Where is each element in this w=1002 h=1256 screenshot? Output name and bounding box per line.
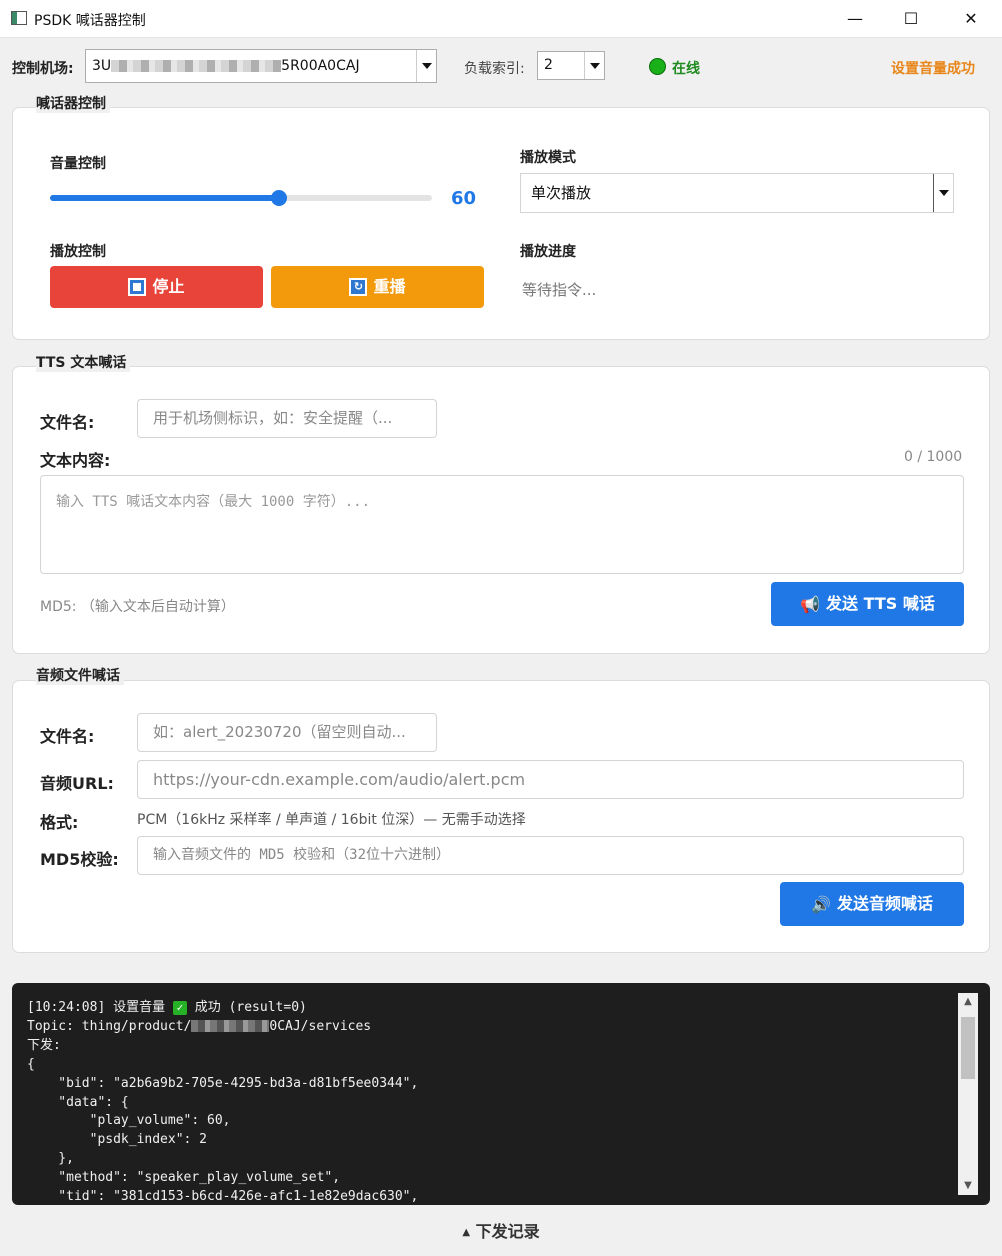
tts-content-label: 文本内容:: [40, 451, 111, 470]
close-button[interactable]: ✕: [942, 0, 1000, 38]
log-console[interactable]: [10:24:08] 设置音量 ✓ 成功 (result=0) Topic: t…: [12, 983, 990, 1205]
audio-panel: 文件名: 如：alert_20230720（留空则自动... 音频URL: ht…: [12, 680, 990, 953]
tts-md5-text: MD5: （输入文本后自动计算）: [40, 599, 235, 615]
replay-button-label: 重播: [373, 277, 406, 296]
tts-content-textarea[interactable]: 输入 TTS 喊话文本内容（最大 1000 字符）...: [40, 475, 964, 574]
log-toggle-label: 下发记录: [475, 1222, 540, 1241]
play-mode-label: 播放模式: [520, 150, 576, 166]
send-tts-button[interactable]: 📢 发送 TTS 喊话: [771, 582, 964, 626]
log-scrollbar[interactable]: ▲ ▼: [958, 993, 978, 1195]
audio-format-label: 格式:: [40, 813, 79, 832]
maximize-button[interactable]: ☐: [882, 0, 940, 38]
audio-url-input[interactable]: https://your-cdn.example.com/audio/alert…: [137, 760, 964, 799]
stop-button-label: 停止: [152, 277, 185, 296]
minimize-button[interactable]: —: [826, 0, 884, 38]
log-line-time: [10:24:08] 设置音量: [27, 1000, 173, 1015]
payload-value: 2: [544, 57, 553, 73]
volume-slider-handle[interactable]: [271, 190, 287, 206]
scroll-up-icon[interactable]: ▲: [958, 993, 978, 1011]
audio-filename-label: 文件名:: [40, 727, 95, 746]
collapse-arrow-icon: ▲: [462, 1227, 471, 1238]
scrollbar-thumb[interactable]: [961, 1017, 975, 1079]
log-line: "bid": "a2b6a9b2-705e-4295-bd3a-d81bf5ee…: [27, 1075, 419, 1091]
audio-md5-label: MD5校验:: [40, 850, 119, 869]
play-control-label: 播放控制: [50, 244, 106, 260]
log-line-result: 成功 (result=0): [186, 1000, 307, 1015]
volume-slider-fill: [50, 195, 279, 201]
log-toggle[interactable]: ▲ 下发记录: [0, 1218, 1002, 1242]
log-text: [10:24:08] 设置音量 ✓ 成功 (result=0) Topic: t…: [27, 999, 418, 1205]
play-mode-select[interactable]: 单次播放: [520, 173, 954, 213]
play-progress-text: 等待指令...: [522, 281, 597, 299]
title-bar: PSDK 喊话器控制 — ☐ ✕: [0, 0, 1002, 38]
dock-label: 控制机场:: [12, 61, 74, 77]
chevron-down-icon: [416, 50, 436, 82]
speaker-control-panel: 音量控制 60 播放模式 单次播放 播放控制 停止 ↻ 重播 播放进度 等待指令.…: [12, 107, 990, 340]
redacted-product-id: [191, 1020, 270, 1033]
audio-filename-input[interactable]: 如：alert_20230720（留空则自动...: [137, 713, 437, 752]
volume-value: 60: [451, 188, 477, 209]
stop-button[interactable]: 停止: [50, 266, 263, 308]
log-line: "psdk_index": 2: [27, 1132, 208, 1148]
chevron-down-icon: [933, 174, 953, 212]
chevron-down-icon: [584, 52, 604, 79]
payload-select[interactable]: 2: [537, 51, 605, 80]
audio-panel-legend: 音频文件喊话: [36, 665, 124, 685]
tts-panel: 文件名: 用于机场侧标识，如：安全提醒（... 文本内容: 0 / 1000 输…: [12, 366, 990, 654]
audio-md5-input[interactable]: 输入音频文件的 MD5 校验和（32位十六进制）: [137, 836, 964, 875]
log-line: "tid": "381cd153-b6cd-426e-afc1-1e82e9da…: [27, 1189, 419, 1205]
log-line: "data": {: [27, 1094, 129, 1110]
send-tts-button-label: 发送 TTS 喊话: [826, 594, 935, 613]
audio-format-text: PCM（16kHz 采样率 / 单声道 / 16bit 位深）— 无需手动选择: [137, 812, 526, 828]
log-line: "play_volume": 60,: [27, 1113, 231, 1129]
tts-filename-label: 文件名:: [40, 413, 95, 432]
log-line: 下发:: [27, 1037, 61, 1053]
megaphone-icon: 📢: [800, 594, 821, 614]
play-progress-label: 播放进度: [520, 244, 576, 260]
dock-select[interactable]: 3U 5R00A0CAJ: [85, 49, 437, 83]
speaker-icon: 🔊: [811, 894, 831, 914]
window-title: PSDK 喊话器控制: [34, 13, 146, 29]
payload-label: 负载索引:: [464, 61, 525, 77]
replay-icon: ↻: [349, 277, 368, 296]
dock-value-prefix: 3U: [92, 58, 112, 74]
tts-char-count: 0 / 1000: [904, 449, 963, 465]
app-icon: [11, 11, 27, 25]
status-dot-icon: [649, 58, 666, 75]
volume-label: 音量控制: [50, 156, 106, 172]
log-line: {: [27, 1056, 35, 1072]
toolbar: 控制机场: 3U 5R00A0CAJ 负载索引: 2 在线 设置音量成功: [0, 44, 1002, 90]
send-audio-button[interactable]: 🔊 发送音频喊话: [780, 882, 964, 926]
dock-value-suffix: 5R00A0CAJ: [281, 58, 360, 74]
check-icon: ✓: [172, 1001, 187, 1015]
log-topic-prefix: Topic: thing/product/: [27, 1018, 192, 1034]
tts-filename-input[interactable]: 用于机场侧标识，如：安全提醒（...: [137, 399, 437, 438]
stop-icon: [128, 277, 147, 296]
audio-url-label: 音频URL:: [40, 774, 114, 793]
scroll-down-icon[interactable]: ▼: [958, 1177, 978, 1195]
status-message: 设置音量成功: [891, 61, 975, 77]
redacted-serial: [111, 60, 282, 72]
play-mode-value: 单次播放: [531, 184, 592, 202]
status-text: 在线: [672, 61, 700, 77]
log-line: },: [27, 1151, 74, 1167]
log-topic-suffix: 0CAJ/services: [269, 1018, 372, 1034]
replay-button[interactable]: ↻ 重播: [271, 266, 484, 308]
log-line: "method": "speaker_play_volume_set",: [27, 1170, 341, 1186]
speaker-panel-legend: 喊话器控制: [36, 93, 110, 113]
tts-panel-legend: TTS 文本喊话: [36, 352, 131, 372]
volume-slider[interactable]: [50, 190, 432, 206]
send-audio-button-label: 发送音频喊话: [836, 894, 933, 913]
